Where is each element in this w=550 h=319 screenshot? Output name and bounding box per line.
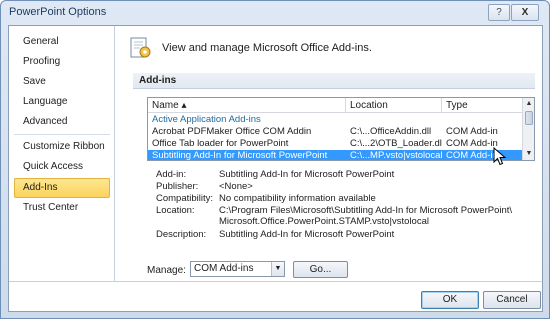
list-group-header: Active Application Add-ins — [148, 114, 522, 126]
chevron-down-icon[interactable]: ▼ — [271, 262, 284, 276]
table-row[interactable]: Acrobat PDFMaker Office COM Addin C:\...… — [148, 126, 522, 138]
sidebar-item-proofing[interactable]: Proofing — [14, 52, 110, 72]
scroll-up-icon[interactable]: ▲ — [524, 99, 534, 109]
detail-label-location: Location: — [156, 205, 195, 216]
section-title: Add-ins — [133, 73, 535, 89]
column-header-name[interactable]: Name ▴ — [148, 98, 346, 113]
scroll-thumb[interactable] — [525, 111, 533, 125]
dialog-footer: OK Cancel — [9, 281, 542, 311]
cell-location: C:\...OfficeAddin.dll — [350, 126, 432, 137]
detail-value-compatibility: No compatibility information available — [219, 193, 376, 204]
column-header-type[interactable]: Type — [442, 98, 522, 113]
go-button[interactable]: Go... — [293, 261, 348, 278]
sidebar-item-language[interactable]: Language — [14, 92, 110, 112]
detail-label-add-in: Add-in: — [156, 169, 187, 180]
detail-value-add-in: Subtitling Add-In for Microsoft PowerPoi… — [219, 169, 395, 180]
cell-type: COM Add-in — [446, 138, 498, 149]
manage-dropdown[interactable]: COM Add-ins ▼ — [190, 261, 285, 277]
list-header: Name ▴ Location Type — [148, 98, 522, 113]
list-scrollbar[interactable]: ▲ ▼ — [522, 98, 534, 160]
add-ins-list[interactable]: Name ▴ Location Type Active Application … — [147, 97, 535, 161]
sidebar-item-trust-center[interactable]: Trust Center — [14, 198, 110, 218]
page-heading: View and manage Microsoft Office Add-ins… — [162, 42, 372, 54]
manage-dropdown-value: COM Add-ins — [194, 263, 254, 274]
add-ins-gear-icon — [130, 37, 151, 58]
dialog-body: General Proofing Save Language Advanced … — [8, 25, 543, 312]
cell-name: Subtitling Add-In for Microsoft PowerPoi… — [152, 150, 328, 161]
detail-value-location-line1: C:\Program Files\Microsoft\Subtitling Ad… — [219, 205, 513, 216]
sidebar-divider — [14, 134, 110, 135]
sidebar-item-add-ins[interactable]: Add-Ins — [14, 178, 110, 198]
sidebar-item-save[interactable]: Save — [14, 72, 110, 92]
scroll-down-icon[interactable]: ▼ — [524, 149, 534, 159]
cell-name: Acrobat PDFMaker Office COM Addin — [152, 126, 312, 137]
sidebar-item-customize-ribbon[interactable]: Customize Ribbon — [14, 137, 110, 157]
detail-label-publisher: Publisher: — [156, 181, 199, 192]
cell-type: COM Add-in — [446, 150, 498, 161]
column-header-location[interactable]: Location — [346, 98, 442, 113]
detail-label-description: Description: — [156, 229, 207, 240]
cell-location: C:\...2\OTB_Loader.dll — [350, 138, 442, 149]
sidebar-item-advanced[interactable]: Advanced — [14, 112, 110, 132]
sidebar-item-general[interactable]: General — [14, 32, 110, 52]
manage-label: Manage: — [147, 265, 186, 276]
detail-value-description: Subtitling Add-In for Microsoft PowerPoi… — [219, 229, 395, 240]
mouse-pointer-icon — [493, 147, 507, 166]
cell-name: Office Tab loader for PowerPoint — [152, 138, 289, 149]
table-row[interactable]: Office Tab loader for PowerPoint C:\...2… — [148, 138, 522, 150]
sidebar: General Proofing Save Language Advanced … — [9, 26, 115, 281]
cell-location: C:\...MP.vsto|vstolocal — [350, 150, 442, 161]
group-label: Active Application Add-ins — [152, 114, 261, 125]
cell-type: COM Add-in — [446, 126, 498, 137]
sidebar-item-quick-access-toolbar[interactable]: Quick Access Toolbar — [14, 157, 110, 192]
options-dialog: PowerPoint Options ? X General Proofing … — [0, 0, 550, 319]
help-button[interactable]: ? — [488, 4, 510, 21]
title-bar: PowerPoint Options ? X — [1, 1, 549, 25]
table-row-selected[interactable]: Subtitling Add-In for Microsoft PowerPoi… — [148, 150, 522, 161]
close-button[interactable]: X — [511, 4, 539, 21]
detail-value-location-line2: Microsoft.Office.PowerPoint.STAMP.vsto|v… — [219, 216, 429, 227]
main-pane: View and manage Microsoft Office Add-ins… — [116, 26, 542, 281]
window-title: PowerPoint Options — [9, 6, 107, 18]
ok-button[interactable]: OK — [421, 291, 479, 309]
cancel-button[interactable]: Cancel — [483, 291, 541, 309]
detail-value-publisher: <None> — [219, 181, 253, 192]
detail-label-compatibility: Compatibility: — [156, 193, 214, 204]
